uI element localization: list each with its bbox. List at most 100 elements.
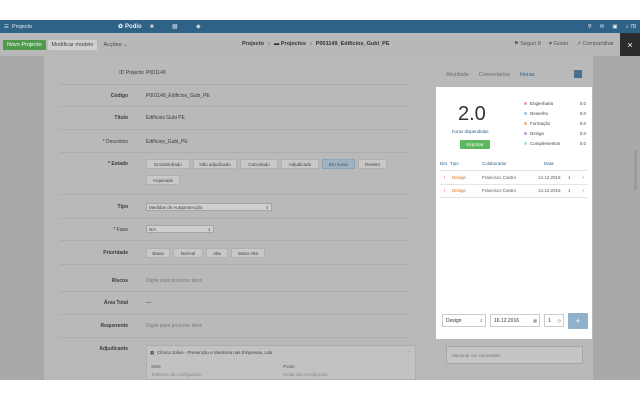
tab-comments[interactable]: Comentários: [479, 72, 510, 78]
title-value[interactable]: Edifícios Gubi PE: [146, 115, 185, 121]
type-select-value: Medidas de Autoprotecção: [149, 204, 203, 210]
actions-label: Acções: [103, 41, 122, 48]
requester-label: Requerente: [100, 323, 128, 329]
status-option-nao-adjudicado[interactable]: Não adjudicado: [193, 159, 237, 169]
updown-caret-icon: ⇕: [265, 204, 269, 210]
legend-dot: [524, 111, 527, 115]
legend-value: 0.0: [579, 140, 586, 146]
type-label: Tipo: [117, 204, 128, 210]
hamburger-icon[interactable]: ☰: [4, 24, 9, 30]
status-option-encaminhado[interactable]: Encaminhado: [146, 159, 190, 169]
table-row: ! Design Francisco Castro 14.12.2016 1 ×: [440, 186, 588, 196]
divider: [60, 264, 410, 265]
share-icon: ↗: [576, 41, 581, 47]
modify-model-button[interactable]: Modificar modelo: [47, 39, 98, 50]
divider: [60, 337, 410, 338]
follow-count: 8: [537, 41, 541, 47]
add-entry-button[interactable]: +: [568, 313, 588, 329]
legend-dot: [524, 131, 527, 135]
chat-icon[interactable]: ✉: [600, 24, 605, 30]
chevron-down-icon: ⌄: [123, 41, 128, 48]
legend-dot: [524, 121, 527, 125]
risks-input[interactable]: Digite para procurar itens: [146, 278, 202, 284]
table-divider: [440, 197, 588, 198]
contact-col1-label: SMS: [151, 364, 161, 369]
divider: [60, 314, 410, 315]
priority-option-normal[interactable]: Normal: [173, 248, 203, 258]
row-marker: !: [444, 175, 446, 180]
scrollbar[interactable]: [634, 150, 637, 190]
legend-value: 0.0: [579, 120, 586, 126]
chevron-right-icon[interactable]: ›: [409, 349, 411, 354]
app-menu[interactable]: ☰ Projecto: [0, 24, 100, 30]
calendar-icon[interactable]: ▣: [612, 24, 617, 30]
description-label: * Descritivo: [102, 139, 128, 145]
phase-label: * Fase: [113, 227, 128, 233]
total-hours: 2.0: [458, 103, 486, 125]
share-button[interactable]: ↗ Compartilhar: [576, 41, 614, 47]
row-type: Design: [452, 175, 467, 180]
phase-select-value: N/A: [149, 226, 157, 232]
calendar-icon[interactable]: ▦: [533, 318, 537, 323]
code-value[interactable]: P001149_Edificios_Gubi_PE: [146, 93, 210, 99]
requester-input[interactable]: Digite para procurar itens: [146, 323, 202, 329]
notifications[interactable]: ♪ 78: [626, 24, 636, 30]
table-row: ! Design Francisco Castro 14.12.2016 1 ×: [440, 173, 588, 183]
legend-dot: [524, 101, 527, 105]
new-type-select[interactable]: Design ⇕: [442, 314, 486, 327]
divider: [60, 129, 410, 130]
legend-value: 2.0: [579, 130, 586, 136]
like-button[interactable]: ♥ Gosto: [549, 41, 568, 47]
priority-option-alta[interactable]: Alta: [206, 248, 228, 258]
area-value[interactable]: —: [146, 300, 151, 306]
area-label: Área Total: [103, 300, 128, 306]
home-icon[interactable]: ■: [150, 24, 154, 30]
contact-card[interactable]: ▦ Clínica Joliva - Prevenção e Medicina …: [146, 345, 416, 380]
row-date: 14.12.2016: [538, 175, 561, 180]
new-project-button[interactable]: Novo Projecto: [3, 39, 46, 50]
table-divider: [440, 170, 588, 171]
follow-button[interactable]: ⚑ Seguir 8: [514, 41, 541, 47]
status-label: * Estado: [107, 161, 128, 167]
close-button[interactable]: ×: [620, 33, 640, 56]
tab-hours[interactable]: Horas: [520, 72, 535, 78]
grid-icon[interactable]: ▦: [172, 23, 178, 30]
table-divider: [440, 184, 588, 185]
remove-row-button[interactable]: ×: [582, 175, 585, 180]
status-option-revisto[interactable]: Revisto: [358, 159, 387, 169]
breadcrumb-item-workspace[interactable]: ▬ Projectos: [274, 41, 306, 47]
breadcrumb-item-app[interactable]: Projecto: [242, 41, 264, 47]
status-option-arquivado[interactable]: Arquivado: [146, 175, 180, 185]
share-label: Compartilhar: [582, 41, 614, 47]
status-option-adjudicado[interactable]: Adjudicado: [281, 159, 319, 169]
status-option-em-curso[interactable]: Em curso: [322, 159, 355, 169]
awarded-label: Adjudicante: [99, 346, 128, 352]
timesheet-icon[interactable]: [574, 70, 582, 78]
row-count: 1: [568, 175, 571, 180]
divider: [60, 194, 410, 195]
code-label: Código: [110, 93, 128, 99]
priority-option-muito-alta[interactable]: Muito Alta: [231, 248, 265, 258]
remove-row-button[interactable]: ×: [582, 188, 585, 193]
thumbs-up-icon: ♥: [548, 41, 553, 47]
phase-select[interactable]: N/A ⇕: [146, 225, 214, 233]
apps-icon[interactable]: ◆: [196, 23, 201, 30]
new-count-input[interactable]: 1 ◷: [544, 314, 564, 327]
new-date-input[interactable]: 16.12.2016 ▦: [490, 314, 540, 327]
row-type: Design: [452, 188, 467, 193]
type-select[interactable]: Medidas de Autoprotecção ⇕: [146, 203, 272, 211]
actions-dropdown[interactable]: Acções ⌄: [103, 42, 127, 48]
bell-icon: ♪: [625, 23, 629, 30]
side-panel-tabs: Atividade Comentários Horas: [446, 72, 535, 78]
search-icon[interactable]: ⚲: [588, 24, 592, 30]
tab-activity[interactable]: Atividade: [446, 72, 469, 78]
comment-input[interactable]: Adicionar um comentário: [446, 346, 583, 364]
status-option-cancelado[interactable]: Cancelado: [240, 159, 278, 169]
toolbar-right: ⚑ Seguir 8 ♥ Gosto ↗ Compartilhar: [514, 41, 614, 47]
id-label: ID Projecto: [119, 70, 144, 76]
export-button[interactable]: Exportar: [460, 140, 490, 149]
description-value[interactable]: Edifícios_Gubi_PE: [146, 139, 188, 145]
priority-option-baixa[interactable]: Baixa: [146, 248, 170, 258]
podio-logo[interactable]: ✿ Podio: [118, 23, 142, 31]
column-header-type: Tipo: [450, 161, 459, 166]
